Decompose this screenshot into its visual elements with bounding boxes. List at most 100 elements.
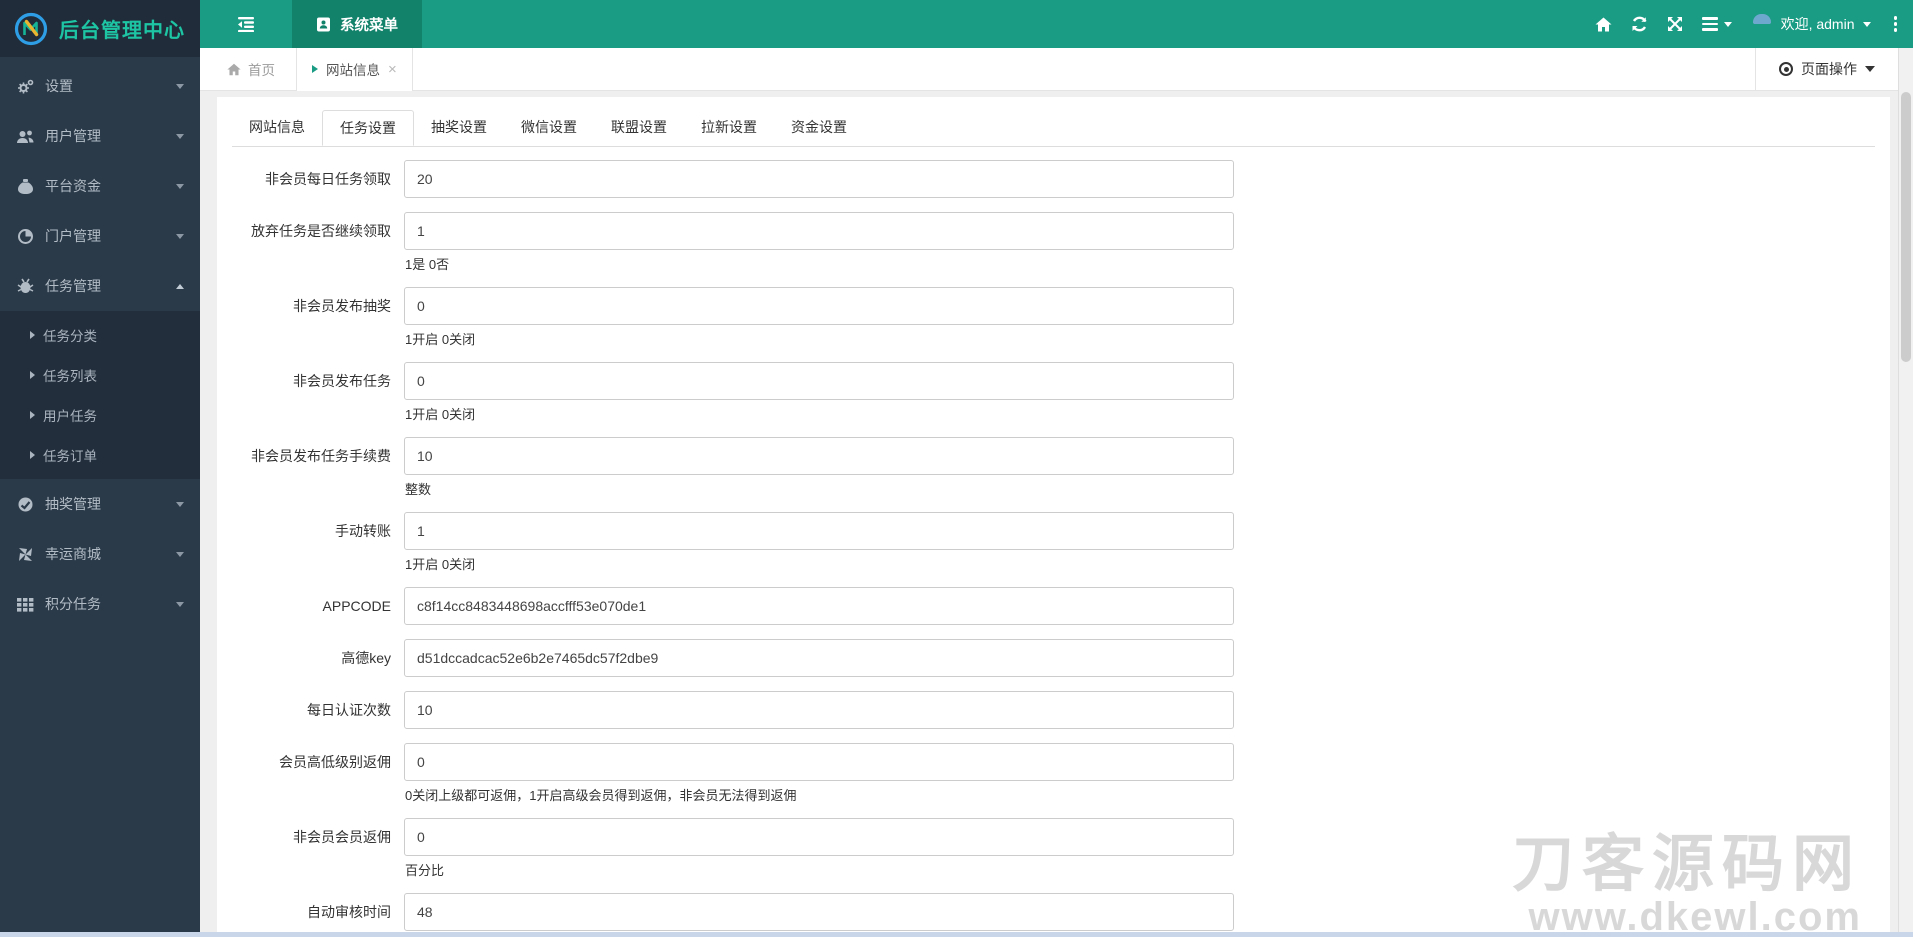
avatar [1751, 13, 1773, 35]
menu-dropdown-button[interactable] [1701, 17, 1732, 31]
daily-task-claim-input[interactable] [404, 160, 1234, 198]
abandon-task-continue-input[interactable] [404, 212, 1234, 250]
hamburger-icon [1701, 17, 1718, 31]
sidebar-item-label: 积分任务 [45, 596, 101, 612]
sidebar-item-settings[interactable]: 设置 [0, 61, 200, 111]
sidebar-toggle-button[interactable] [200, 0, 292, 48]
tab-referral-settings[interactable]: 拉新设置 [684, 110, 774, 146]
member-level-rebate-input[interactable] [404, 743, 1234, 781]
tab-funds-settings[interactable]: 资金设置 [774, 110, 864, 146]
submenu-item-task-category[interactable]: 任务分类 [0, 315, 200, 355]
submenu-item-label: 任务订单 [43, 449, 97, 464]
topbar: 系统菜单 欢迎, admin [200, 0, 1913, 48]
user-menu[interactable]: 欢迎, admin [1751, 13, 1871, 35]
form-row: 非会员发布任务 1开启 0关闭 [232, 362, 1875, 423]
field-label: 非会员发布任务手续费 [251, 448, 391, 464]
auto-review-time-input[interactable] [404, 893, 1234, 931]
field-label: 非会员发布任务 [293, 373, 391, 389]
sidebar-item-portal[interactable]: 门户管理 [0, 211, 200, 261]
home-icon[interactable] [1595, 17, 1612, 32]
chevron-down-icon [176, 83, 184, 89]
tab-wechat-settings[interactable]: 微信设置 [504, 110, 594, 146]
form-row: 会员高低级别返佣 0关闭上级都可返佣，1开启高级会员得到返佣，非会员无法得到返佣 [232, 743, 1875, 804]
sidebar-item-lottery[interactable]: 抽奖管理 [0, 479, 200, 529]
sidebar-item-tasks[interactable]: 任务管理 [0, 261, 200, 311]
caret-right-icon [312, 65, 318, 73]
chevron-down-icon [1723, 21, 1732, 27]
money-bag-icon [16, 178, 35, 195]
chevron-down-icon [176, 183, 184, 189]
chevron-down-icon [176, 501, 184, 507]
chevron-down-icon [1862, 21, 1871, 27]
field-hint: 整数 [405, 482, 432, 497]
nonmember-rebate-input[interactable] [404, 818, 1234, 856]
form-row: 放弃任务是否继续领取 1是 0否 [232, 212, 1875, 273]
address-book-icon [316, 17, 331, 32]
grid-icon [16, 596, 35, 613]
portal-icon [16, 228, 35, 245]
pinwheel-icon [16, 546, 35, 563]
field-label: 自动审核时间 [307, 904, 391, 920]
form-row: 手动转账 1开启 0关闭 [232, 512, 1875, 573]
caret-right-icon [30, 331, 35, 339]
page-tab-website-info[interactable]: 网站信息 × [296, 47, 413, 91]
submenu-item-task-list[interactable]: 任务列表 [0, 355, 200, 395]
sidebar-item-label: 任务管理 [45, 278, 101, 294]
task-settings-form: 非会员每日任务领取 放弃任务是否继续领取 1是 0否 非会员发布抽奖 1开启 0… [232, 160, 1875, 937]
gaode-key-input[interactable] [404, 639, 1234, 677]
sidebar-item-lucky-mall[interactable]: 幸运商城 [0, 529, 200, 579]
nonmember-task-fee-input[interactable] [404, 437, 1234, 475]
submenu-item-user-tasks[interactable]: 用户任务 [0, 395, 200, 435]
field-label: 每日认证次数 [307, 702, 391, 718]
close-icon[interactable]: × [388, 62, 397, 77]
sidebar-item-points-tasks[interactable]: 积分任务 [0, 579, 200, 629]
caret-right-icon [30, 451, 35, 459]
field-hint: 百分比 [405, 863, 445, 878]
sidebar-item-label: 幸运商城 [45, 546, 101, 562]
lottery-icon [16, 496, 35, 513]
kebab-menu-icon[interactable] [1890, 16, 1897, 32]
caret-right-icon [30, 371, 35, 379]
submenu-item-label: 用户任务 [43, 409, 97, 424]
nonmember-publish-task-input[interactable] [404, 362, 1234, 400]
vertical-scrollbar[interactable] [1898, 48, 1913, 937]
system-menu-label: 系统菜单 [340, 17, 398, 34]
scrollbar-thumb[interactable] [1901, 92, 1911, 362]
sidebar-item-platform-funds[interactable]: 平台资金 [0, 161, 200, 211]
chevron-up-icon [176, 283, 184, 289]
page-operations-label: 页面操作 [1801, 61, 1857, 77]
sidebar-item-label: 设置 [45, 78, 73, 94]
settings-tab-bar: 网站信息 任务设置 抽奖设置 微信设置 联盟设置 拉新设置 资金设置 [232, 110, 1875, 147]
sidebar-item-users[interactable]: 用户管理 [0, 111, 200, 161]
app-title: 后台管理中心 [59, 20, 185, 42]
tab-website-info[interactable]: 网站信息 [232, 110, 322, 146]
field-hint: 1是 0否 [405, 257, 450, 272]
sidebar: 后台管理中心 设置 用户管理 平台资金 门户管理 任务管理 任务分类 任务列表 … [0, 0, 200, 937]
sidebar-item-label: 抽奖管理 [45, 496, 101, 512]
tab-task-settings[interactable]: 任务设置 [322, 110, 414, 146]
refresh-icon[interactable] [1631, 16, 1648, 32]
welcome-text: 欢迎, admin [1780, 16, 1855, 32]
form-row: 非会员发布抽奖 1开启 0关闭 [232, 287, 1875, 348]
field-label: 非会员每日任务领取 [265, 171, 391, 187]
task-manage-icon [16, 278, 35, 295]
submenu-item-task-orders[interactable]: 任务订单 [0, 435, 200, 475]
expand-icon[interactable] [1667, 16, 1683, 32]
tab-alliance-settings[interactable]: 联盟设置 [594, 110, 684, 146]
breadcrumb-home[interactable]: 首页 [227, 59, 275, 79]
page-operations-button[interactable]: 页面操作 [1755, 47, 1898, 91]
field-hint: 1开启 0关闭 [405, 407, 476, 422]
nonmember-publish-lottery-input[interactable] [404, 287, 1234, 325]
field-label: 非会员会员返佣 [293, 829, 391, 845]
daily-auth-count-input[interactable] [404, 691, 1234, 729]
outdent-icon [236, 16, 256, 32]
form-row: 每日认证次数 [232, 691, 1875, 729]
breadcrumb-home-label: 首页 [248, 63, 275, 78]
field-label: 放弃任务是否继续领取 [251, 223, 391, 239]
users-icon [16, 128, 35, 145]
system-menu-tab[interactable]: 系统菜单 [292, 0, 422, 48]
field-hint: 1开启 0关闭 [405, 557, 476, 572]
appcode-input[interactable] [404, 587, 1234, 625]
manual-transfer-input[interactable] [404, 512, 1234, 550]
tab-lottery-settings[interactable]: 抽奖设置 [414, 110, 504, 146]
